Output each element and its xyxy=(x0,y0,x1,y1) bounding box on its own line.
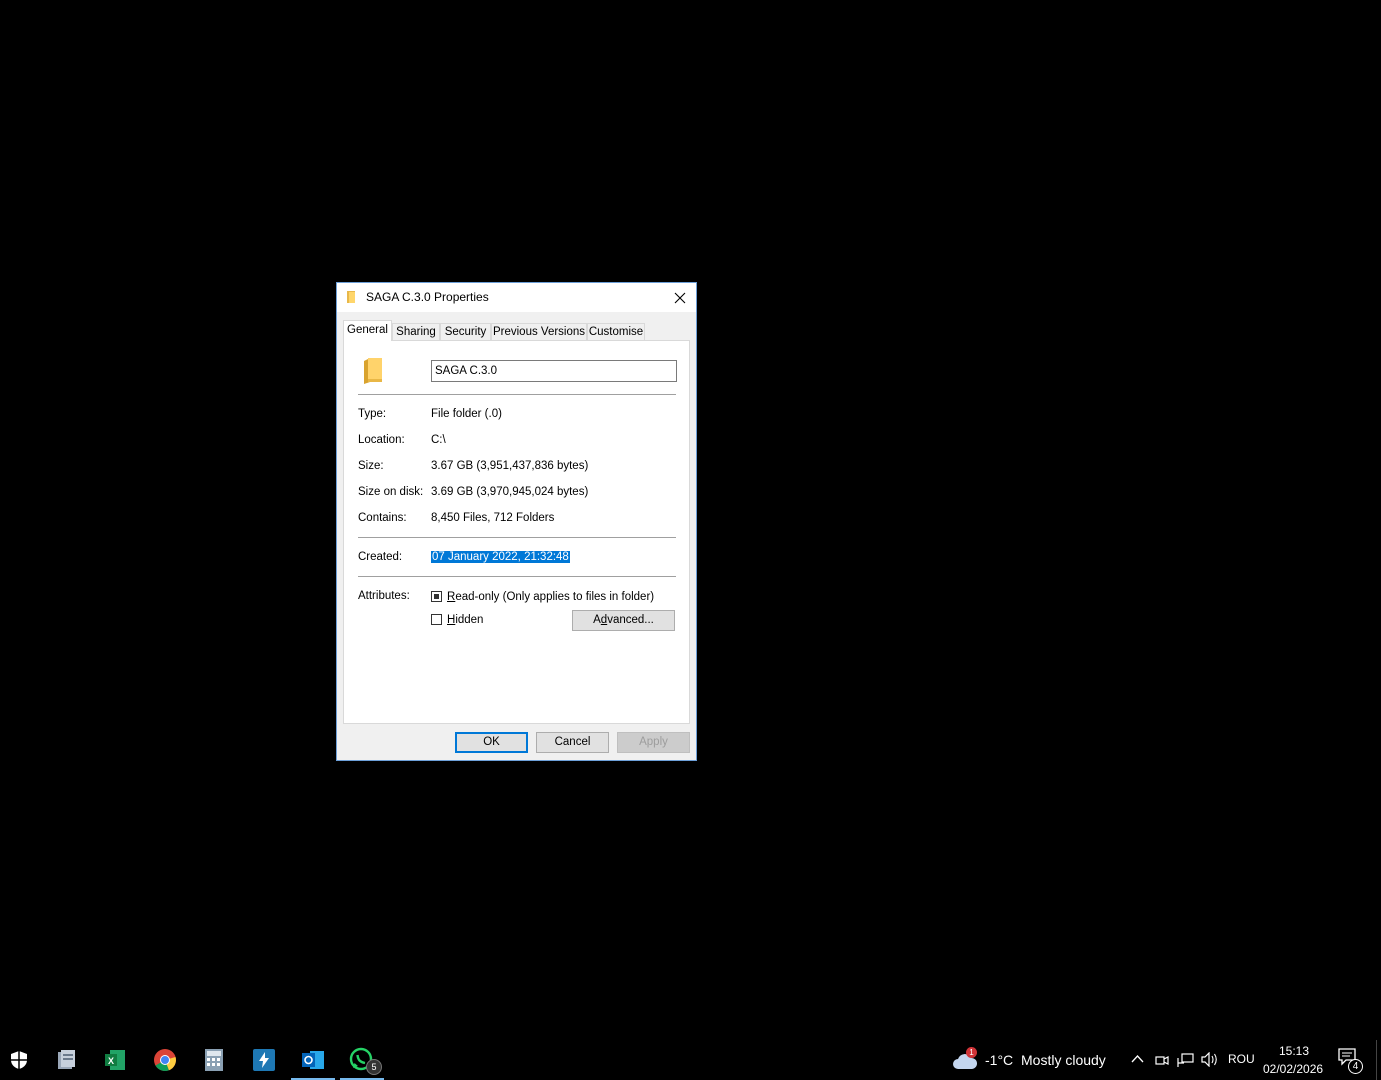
folder-name-input[interactable] xyxy=(431,360,677,382)
ok-button[interactable]: OK xyxy=(455,732,528,753)
size-on-disk-label: Size on disk: xyxy=(358,486,424,498)
contains-label: Contains: xyxy=(358,512,407,524)
chrome-icon[interactable] xyxy=(141,1040,189,1080)
calculator-icon[interactable] xyxy=(190,1040,238,1080)
type-label: Type: xyxy=(358,408,387,420)
type-value: File folder (.0) xyxy=(431,408,502,420)
temperature: -1°C xyxy=(985,1052,1014,1068)
svg-text:X: X xyxy=(108,1056,114,1066)
weather-widget[interactable]: 1 -1°C Mostly cloudy xyxy=(950,1040,1115,1080)
location-label: Location: xyxy=(358,434,405,446)
clock-time: 15:13 xyxy=(1279,1044,1310,1058)
tab-general[interactable]: General xyxy=(343,320,392,341)
separator xyxy=(358,576,676,577)
action-center-button[interactable]: 4 xyxy=(1338,1048,1364,1074)
advanced-button[interactable]: Advanced... xyxy=(572,610,675,631)
app-bolt-icon[interactable] xyxy=(240,1040,288,1080)
tab-security[interactable]: Security xyxy=(440,323,491,340)
apply-button: Apply xyxy=(617,732,690,753)
size-value: 3.67 GB (3,951,437,836 bytes) xyxy=(431,460,589,472)
indeterminate-mark xyxy=(434,594,439,599)
tab-sharing[interactable]: Sharing xyxy=(392,323,440,340)
meet-now-icon[interactable] xyxy=(1155,1053,1169,1067)
separator xyxy=(358,394,676,395)
hidden-label[interactable]: Hidden xyxy=(447,614,483,626)
tab-previous-versions[interactable]: Previous Versions xyxy=(491,323,587,340)
language-indicator[interactable]: ROU xyxy=(1228,1052,1255,1066)
file-manager-icon[interactable] xyxy=(42,1040,90,1080)
show-desktop-button[interactable] xyxy=(1376,1040,1381,1080)
network-icon[interactable] xyxy=(1177,1053,1194,1068)
separator xyxy=(358,537,676,538)
whatsapp-icon[interactable]: 5 xyxy=(338,1040,386,1080)
properties-dialog: SAGA C.3.0 Properties General Sharing Se… xyxy=(336,282,697,761)
folder-icon xyxy=(347,291,355,303)
size-on-disk-value: 3.69 GB (3,970,945,024 bytes) xyxy=(431,486,589,498)
clock-date: 02/02/2026 xyxy=(1263,1062,1324,1076)
whatsapp-badge: 5 xyxy=(366,1059,382,1075)
excel-icon[interactable]: X xyxy=(91,1040,139,1080)
hidden-checkbox[interactable] xyxy=(431,614,442,625)
close-button[interactable] xyxy=(664,283,696,312)
chevron-up-icon[interactable] xyxy=(1131,1054,1144,1063)
close-icon xyxy=(674,292,686,303)
readonly-label[interactable]: Read-only (Only applies to files in fold… xyxy=(447,591,654,603)
volume-icon[interactable] xyxy=(1201,1052,1218,1067)
folder-large-icon xyxy=(364,358,382,384)
size-label: Size: xyxy=(358,460,384,472)
dialog-title: SAGA C.3.0 Properties xyxy=(366,290,489,304)
notification-count-badge: 4 xyxy=(1348,1059,1363,1074)
attributes-label: Attributes: xyxy=(358,590,410,602)
location-value: C:\ xyxy=(431,434,446,446)
cancel-button[interactable]: Cancel xyxy=(536,732,609,753)
tab-customise[interactable]: Customise xyxy=(587,323,645,340)
contains-value: 8,450 Files, 712 Folders xyxy=(431,512,555,524)
outlook-icon[interactable] xyxy=(289,1040,337,1080)
title-bar[interactable]: SAGA C.3.0 Properties xyxy=(337,283,696,312)
taskbar: X 5 1 -1°C Mostly cloudy ROU 15:13 02/02… xyxy=(0,1040,1381,1080)
security-shield-icon[interactable] xyxy=(0,1040,43,1080)
general-panel: Type: File folder (.0) Location: C:\ Siz… xyxy=(343,340,690,724)
readonly-checkbox[interactable] xyxy=(431,591,442,602)
created-label: Created: xyxy=(358,551,403,563)
clock[interactable]: 15:13 02/02/2026 xyxy=(1258,1042,1328,1078)
weather-condition: Mostly cloudy xyxy=(1021,1052,1106,1068)
created-value[interactable]: 07 January 2022, 21:32:48 xyxy=(431,551,570,563)
weather-alert-badge: 1 xyxy=(966,1047,977,1058)
